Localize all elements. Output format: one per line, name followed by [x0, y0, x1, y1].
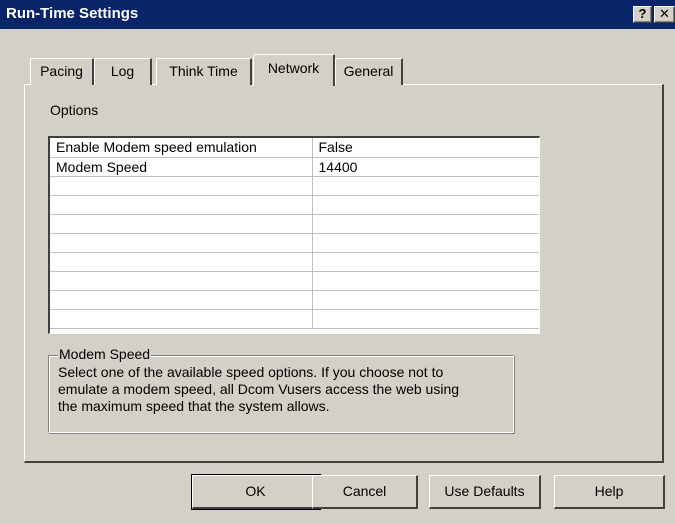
table-row[interactable] [50, 309, 539, 329]
table-row[interactable]: Enable Modem speed emulation False [50, 138, 539, 158]
help-icon[interactable]: ? [633, 6, 652, 23]
option-value-cell[interactable] [312, 252, 539, 272]
tab-network[interactable]: Network [253, 54, 335, 86]
description-text: Select one of the available speed option… [58, 364, 504, 415]
option-name-cell[interactable] [50, 233, 313, 253]
option-value-cell[interactable]: False [312, 138, 539, 158]
tab-log[interactable]: Log [94, 58, 152, 85]
option-name-cell[interactable]: Enable Modem speed emulation [50, 138, 313, 158]
table-row[interactable] [50, 195, 539, 215]
option-name-cell[interactable] [50, 195, 313, 215]
option-name-cell[interactable] [50, 290, 313, 310]
table-row[interactable] [50, 176, 539, 196]
option-value-cell[interactable] [312, 214, 539, 234]
tab-think-time[interactable]: Think Time [156, 58, 252, 85]
table-row[interactable] [50, 290, 539, 310]
close-icon[interactable]: ✕ [654, 6, 675, 23]
table-row[interactable] [50, 252, 539, 272]
option-value-cell[interactable] [312, 233, 539, 253]
options-grid[interactable]: Enable Modem speed emulation False Modem S… [48, 136, 540, 334]
option-name-cell[interactable] [50, 252, 313, 272]
option-name-cell[interactable] [50, 309, 313, 329]
tab-pacing[interactable]: Pacing [30, 58, 94, 85]
use-defaults-button[interactable]: Use Defaults [429, 475, 541, 509]
table-row[interactable] [50, 271, 539, 291]
option-value-cell[interactable] [312, 195, 539, 215]
table-row[interactable] [50, 233, 539, 253]
option-value-cell[interactable] [312, 176, 539, 196]
option-value-cell[interactable] [312, 309, 539, 329]
window-title: Run-Time Settings [6, 5, 139, 22]
description-line: the maximum speed that the system allows… [58, 398, 330, 414]
tab-general[interactable]: General [335, 58, 403, 85]
description-title: Modem Speed [58, 346, 152, 362]
option-name-cell[interactable]: Modem Speed [50, 157, 313, 177]
option-name-cell[interactable] [50, 176, 313, 196]
options-label: Options [50, 102, 99, 118]
option-value-cell[interactable]: 14400 [312, 157, 539, 177]
ok-button[interactable]: OK [191, 474, 321, 510]
table-row[interactable]: Modem Speed 14400 [50, 157, 539, 177]
option-name-cell[interactable] [50, 214, 313, 234]
run-time-settings-dialog: Run-Time Settings ? ✕ Pacing Log Think T… [0, 0, 675, 524]
option-name-cell[interactable] [50, 271, 313, 291]
help-button[interactable]: Help [554, 475, 665, 509]
table-row[interactable] [50, 214, 539, 234]
cancel-button[interactable]: Cancel [312, 475, 418, 509]
description-line: Select one of the available speed option… [58, 364, 444, 380]
title-bar[interactable]: Run-Time Settings ? ✕ [0, 0, 675, 29]
option-value-cell[interactable] [312, 290, 539, 310]
option-value-cell[interactable] [312, 271, 539, 291]
description-line: emulate a modem speed, all Dcom Vusers a… [58, 381, 460, 397]
